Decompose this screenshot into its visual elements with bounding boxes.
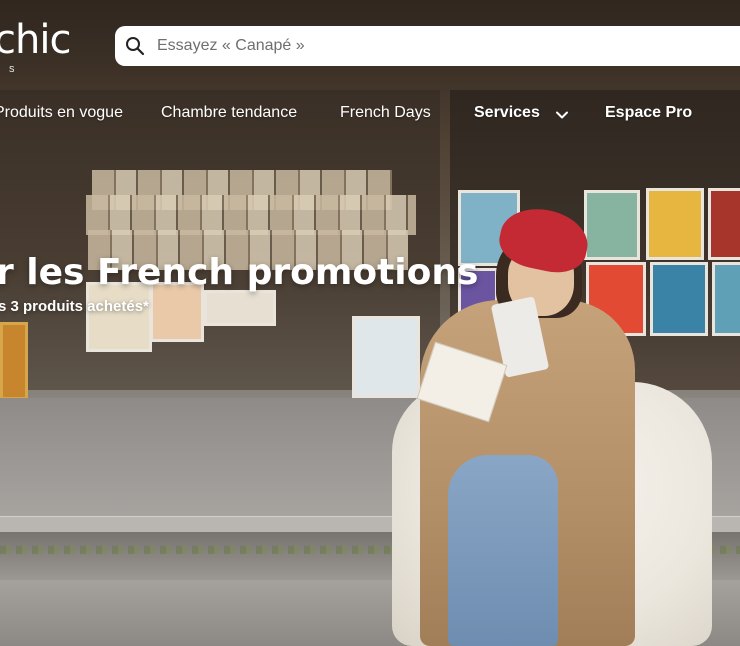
poster <box>352 316 420 398</box>
chevron-down-icon[interactable] <box>555 108 569 122</box>
poster <box>0 322 28 400</box>
search-bar[interactable] <box>115 26 740 66</box>
brand-logo[interactable]: chic <box>0 20 71 60</box>
poster <box>584 190 640 260</box>
brand-logo-sub: S <box>9 65 15 74</box>
nav-item-services[interactable]: Services <box>474 104 540 122</box>
nav-item-french-days[interactable]: French Days <box>340 104 431 122</box>
page: chic S Produits en vogue Chambre tendanc… <box>0 0 740 646</box>
search-input[interactable] <box>155 36 699 56</box>
poster <box>650 262 708 336</box>
book-row <box>86 195 416 235</box>
nav-item-chambre-tendance[interactable]: Chambre tendance <box>161 104 297 122</box>
poster <box>712 262 740 336</box>
nav-item-espace-pro[interactable]: Espace Pro <box>605 104 692 122</box>
hero-headline: r les French promotions <box>0 252 479 293</box>
main-nav: Produits en vogue Chambre tendance Frenc… <box>0 104 740 128</box>
poster <box>204 290 276 326</box>
nav-item-produits-en-vogue[interactable]: Produits en vogue <box>0 104 123 122</box>
jeans-image <box>448 455 558 646</box>
poster <box>646 188 704 260</box>
poster <box>708 188 740 260</box>
search-icon[interactable] <box>125 36 145 56</box>
hero-subline: s 3 produits achetés* <box>0 298 149 315</box>
